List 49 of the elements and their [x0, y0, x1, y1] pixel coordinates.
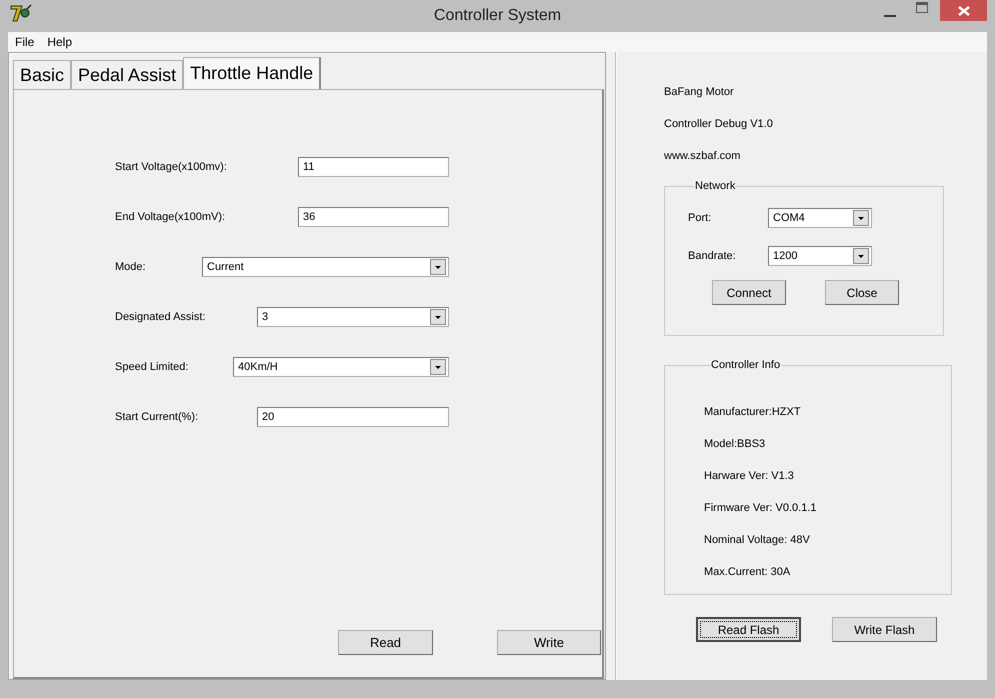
tab[interactable]: Basic: [13, 60, 72, 89]
info-text: Max.Current: 30A: [704, 565, 792, 580]
maximize-icon[interactable]: [916, 2, 928, 14]
dropdown-arrow-icon: [853, 210, 869, 226]
info-text: Model:BBS3: [704, 437, 766, 452]
info-text: Firmware Ver: V0.0.1.1: [704, 501, 818, 516]
info-text: Controller Debug V1.0: [664, 117, 774, 132]
field-label: Start Current(%):: [115, 411, 198, 423]
menu-item[interactable]: File: [15, 35, 34, 49]
dropdown[interactable]: 3: [257, 307, 449, 327]
input-field[interactable]: 36: [298, 207, 449, 227]
info-text: Harware Ver: V1.3: [704, 469, 795, 484]
action-button[interactable]: Read Flash: [696, 617, 801, 642]
group-title: Controller Info: [711, 359, 780, 371]
app-logo-icon: [10, 4, 32, 22]
menu-item[interactable]: Help: [47, 35, 72, 49]
action-button[interactable]: Read: [338, 630, 433, 655]
dropdown-arrow-icon: [430, 359, 446, 375]
dropdown-arrow-icon: [430, 309, 446, 325]
field-label: Designated Assist:: [115, 311, 206, 323]
field-label: End Voltage(x100mV):: [115, 211, 226, 223]
dropdown[interactable]: COM4: [768, 208, 872, 228]
close-icon: [958, 6, 970, 16]
field-label: Speed Limited:: [115, 361, 188, 373]
dropdown-arrow-icon: [853, 248, 869, 264]
tab[interactable]: Pedal Assist: [71, 60, 184, 89]
field-label: Bandrate:: [688, 250, 737, 262]
input-field[interactable]: 11: [298, 157, 449, 177]
action-button[interactable]: Close: [825, 280, 899, 305]
info-text: Manufacturer:HZXT: [704, 405, 802, 420]
action-button[interactable]: Connect: [712, 280, 786, 305]
window-title: Controller System: [434, 7, 562, 25]
dropdown[interactable]: 1200: [768, 246, 872, 266]
action-button[interactable]: Write Flash: [832, 617, 937, 642]
tab[interactable]: Throttle Handle: [183, 57, 322, 89]
minimize-icon[interactable]: [884, 14, 896, 18]
info-text: BaFang Motor: [664, 85, 735, 100]
action-button[interactable]: Write: [497, 630, 601, 655]
dropdown[interactable]: Current: [202, 257, 449, 277]
dropdown[interactable]: 40Km/H: [233, 357, 449, 377]
close-button[interactable]: [940, 0, 987, 21]
info-text: Nominal Voltage: 48V: [704, 533, 811, 548]
input-field[interactable]: 20: [257, 407, 449, 427]
dropdown-arrow-icon: [430, 259, 446, 275]
field-label: Start Voltage(x100mv):: [115, 161, 227, 173]
group-title: Network: [695, 180, 736, 192]
field-label: Mode:: [115, 261, 146, 273]
field-label: Port:: [688, 212, 712, 224]
info-text: www.szbaf.com: [664, 149, 742, 164]
